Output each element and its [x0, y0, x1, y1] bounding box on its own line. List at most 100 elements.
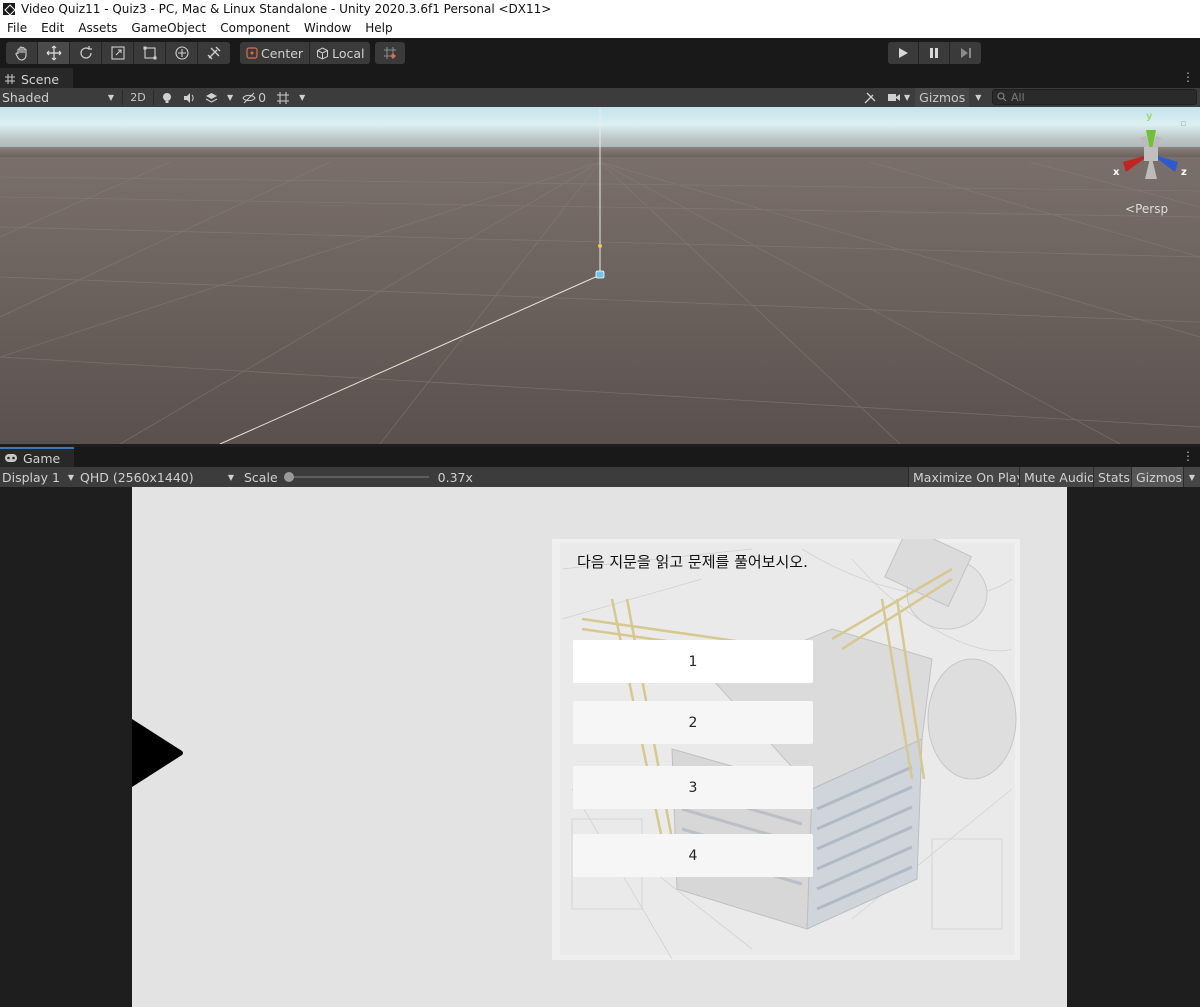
grid-toggle[interactable]: [271, 88, 295, 107]
effects-toggle[interactable]: [200, 88, 223, 107]
play-button[interactable]: [888, 42, 919, 64]
projection-toggle[interactable]: <Persp: [1125, 202, 1168, 216]
toggle-2d-label: 2D: [130, 91, 146, 104]
lighting-toggle[interactable]: [156, 88, 178, 107]
game-gizmos-toggle[interactable]: Gizmos: [1131, 467, 1187, 487]
answer-label: 1: [688, 653, 698, 670]
scene-tools-button[interactable]: [858, 88, 882, 107]
audio-toggle[interactable]: [178, 88, 200, 107]
pivot-center-label: Center: [261, 45, 304, 61]
eye-hidden-icon: [242, 92, 256, 103]
pivot-local-label: Local: [332, 45, 365, 61]
scene-gizmos-label: Gizmos: [919, 90, 966, 105]
game-menu-icon[interactable]: ⋮: [1182, 449, 1194, 463]
rotate-tool-button[interactable]: [70, 42, 102, 64]
chevron-down-icon: ▼: [227, 472, 234, 482]
grid-snap-button[interactable]: [375, 42, 405, 64]
pivot-local-button[interactable]: Local: [310, 42, 370, 64]
scale-value: 0.37x: [437, 469, 473, 485]
menu-file[interactable]: File: [0, 21, 34, 35]
tools-icon: [864, 92, 876, 103]
pivot-center-icon: [246, 47, 258, 59]
chevron-left-icon: <: [1125, 202, 1136, 216]
axis-x-label: x: [1113, 167, 1120, 178]
resolution-dropdown[interactable]: QHD (2560x1440) ▼: [78, 467, 238, 487]
scale-slider[interactable]: [282, 467, 432, 487]
scene-toolbar: Shaded ▼ 2D ▼ 0 ▼ ▼ Gizmos ▼ All: [0, 88, 1200, 107]
scene-menu-icon[interactable]: ⋮: [1182, 70, 1194, 84]
toggle-2d-button[interactable]: 2D: [125, 88, 151, 107]
scene-tab-bar: Scene ⋮: [0, 68, 1200, 88]
answer-button-3[interactable]: 3: [573, 766, 813, 809]
maximize-on-play-toggle[interactable]: Maximize On Play: [908, 467, 1028, 487]
mute-audio-toggle[interactable]: Mute Audio: [1019, 467, 1099, 487]
lock-icon[interactable]: ▫: [1180, 119, 1186, 129]
axis-z-label: z: [1181, 167, 1187, 178]
camera-gizmo: [595, 270, 605, 279]
menu-edit[interactable]: Edit: [34, 21, 71, 35]
chevron-down-icon: ▼: [67, 472, 74, 482]
divider: [122, 90, 123, 105]
step-icon: [960, 48, 971, 58]
stats-toggle[interactable]: Stats: [1093, 467, 1134, 487]
light-gizmo: [598, 244, 602, 248]
rect-tool-button[interactable]: [134, 42, 166, 64]
transform-tools: [6, 42, 230, 64]
divider: [153, 90, 154, 105]
answer-button-1[interactable]: 1: [573, 640, 813, 683]
unity-logo-icon: [3, 2, 15, 15]
pause-icon: [930, 48, 938, 58]
game-toolbar: Display 1 ▼ QHD (2560x1440) ▼ Scale 0.37…: [0, 467, 1200, 487]
hidden-objects-toggle[interactable]: 0: [237, 88, 271, 107]
scale-slider-track: [283, 476, 429, 478]
tab-game[interactable]: Game: [0, 447, 75, 467]
grid-icon: [277, 91, 290, 104]
transform-tool-button[interactable]: [166, 42, 198, 64]
scene-search-field[interactable]: All: [992, 89, 1197, 105]
menu-help[interactable]: Help: [358, 21, 399, 35]
orientation-gizmo-icon[interactable]: [1118, 124, 1188, 189]
menu-component[interactable]: Component: [213, 21, 297, 35]
display-dropdown[interactable]: Display 1 ▼: [0, 467, 78, 487]
pivot-center-button[interactable]: Center: [240, 42, 311, 64]
effects-dropdown-icon[interactable]: ▼: [223, 93, 237, 102]
game-gizmos-label: Gizmos: [1136, 469, 1183, 485]
axis-y-label: y: [1146, 111, 1153, 122]
projection-label: Persp: [1135, 202, 1169, 216]
move-tool-button[interactable]: [38, 42, 70, 64]
game-gizmos-dropdown[interactable]: ▼: [1183, 467, 1200, 487]
scene-gizmos-dropdown-icon[interactable]: ▼: [969, 93, 987, 102]
scene-grid-icon: [5, 74, 15, 84]
chevron-down-icon: ▼: [904, 93, 911, 102]
grid-dropdown-icon[interactable]: ▼: [295, 93, 309, 102]
grid-snap-icon: [384, 47, 396, 59]
camera-settings-button[interactable]: ▼: [882, 88, 915, 107]
move-icon: [46, 45, 61, 61]
display-value: Display 1: [2, 469, 61, 485]
pause-button[interactable]: [919, 42, 950, 64]
menu-gameobject[interactable]: GameObject: [124, 21, 213, 35]
game-canvas[interactable]: 다음 지문을 읽고 문제를 풀어보시오. 1 2 3 4: [132, 487, 1067, 1007]
rect-icon: [143, 46, 156, 60]
hand-icon: [14, 46, 27, 61]
answer-button-2[interactable]: 2: [573, 701, 813, 744]
scale-tool-button[interactable]: [102, 42, 134, 64]
tab-scene[interactable]: Scene: [0, 68, 74, 88]
step-button[interactable]: [950, 42, 981, 64]
custom-tool-button[interactable]: [198, 42, 230, 64]
transform-icon: [174, 46, 189, 60]
scene-viewport[interactable]: x y z ▫ <Persp: [0, 107, 1200, 444]
game-tab-bar: Game ⋮: [0, 447, 1200, 467]
rotate-icon: [79, 46, 92, 59]
answer-label: 2: [688, 714, 698, 731]
scene-gizmos-button[interactable]: Gizmos: [915, 88, 970, 107]
mute-audio-label: Mute Audio: [1024, 469, 1095, 485]
answer-button-4[interactable]: 4: [573, 834, 813, 877]
pivot-toggles: Center Local: [240, 42, 371, 64]
hand-tool-button[interactable]: [6, 42, 38, 64]
shading-mode-dropdown[interactable]: Shaded ▼: [0, 88, 120, 107]
menu-window[interactable]: Window: [297, 21, 358, 35]
menu-assets[interactable]: Assets: [71, 21, 124, 35]
play-video-icon[interactable]: [132, 719, 184, 787]
scale-slider-thumb[interactable]: [283, 472, 294, 482]
